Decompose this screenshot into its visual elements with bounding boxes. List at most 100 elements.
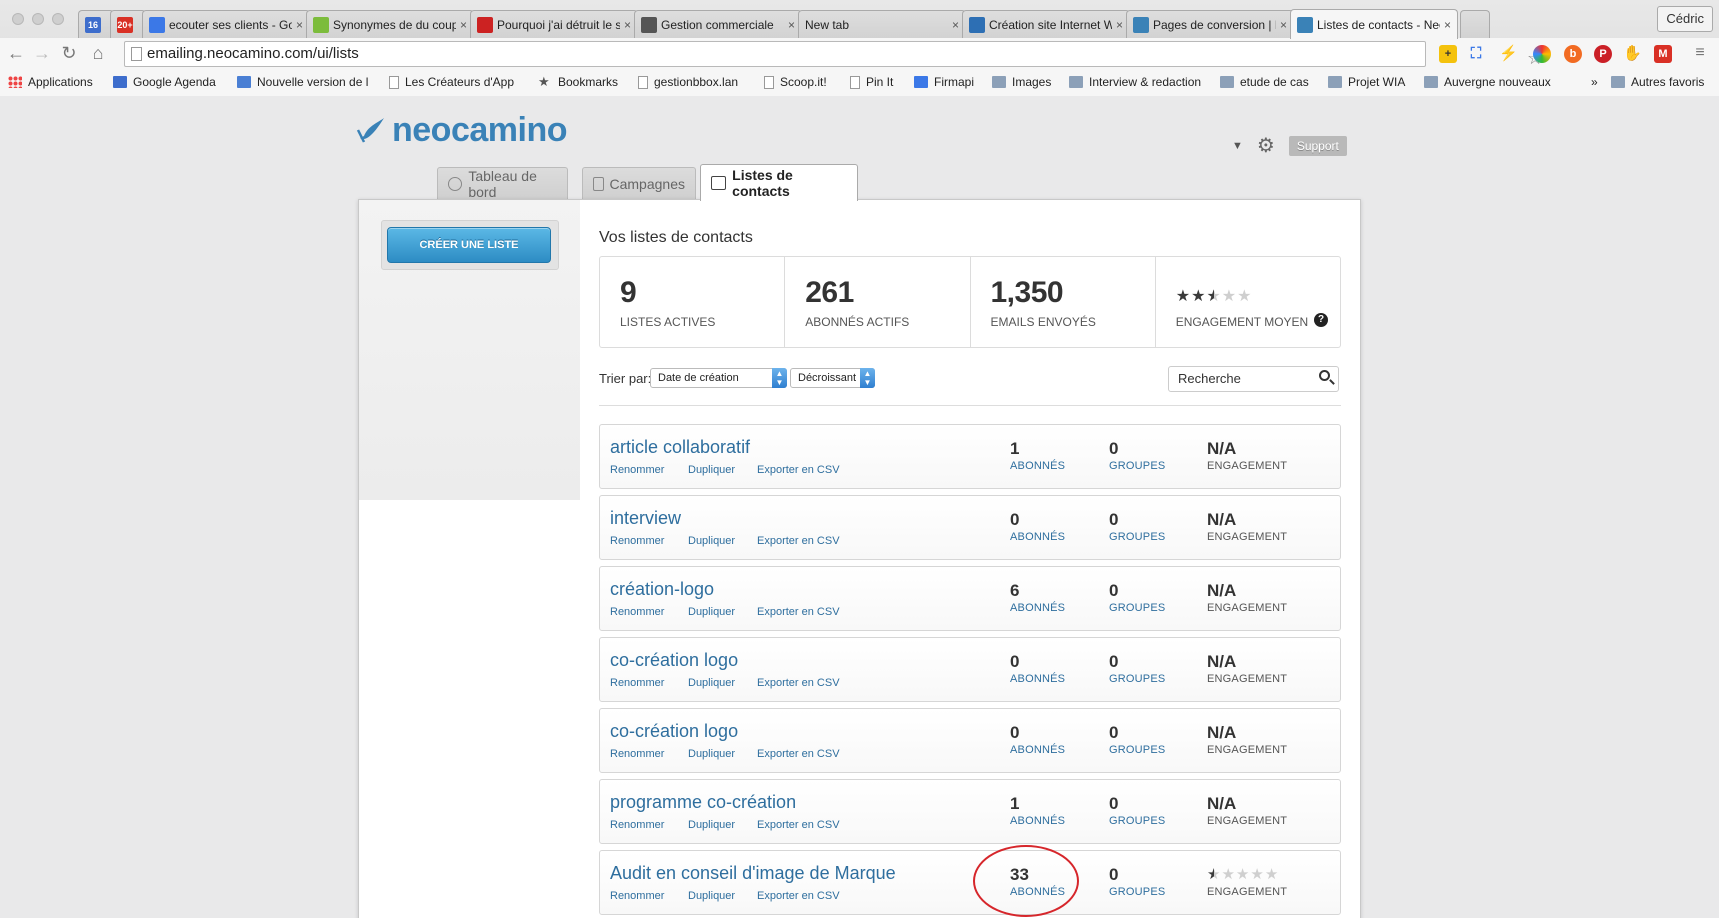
browser-tab[interactable]: Pages de conversion | Neo ×: [1126, 10, 1294, 38]
browser-tab[interactable]: Synonymes de du coup ×: [306, 10, 474, 38]
bookmark-item[interactable]: Nouvelle version de l: [237, 75, 368, 89]
subscribers-value[interactable]: 0: [1010, 652, 1065, 672]
list-name-link[interactable]: création-logo: [610, 579, 714, 600]
close-tab-icon[interactable]: ×: [1280, 18, 1287, 32]
close-tab-icon[interactable]: ×: [296, 18, 303, 32]
close-window-button[interactable]: [12, 13, 24, 25]
export-csv-link[interactable]: Exporter en CSV: [757, 535, 840, 547]
pinterest-icon[interactable]: P: [1594, 45, 1612, 63]
sort-order-select[interactable]: Décroissant ▲ ▼: [790, 368, 875, 388]
browser-tab[interactable]: 16: [78, 10, 114, 38]
duplicate-link[interactable]: Dupliquer: [688, 677, 735, 689]
duplicate-link[interactable]: Dupliquer: [688, 819, 735, 831]
duplicate-link[interactable]: Dupliquer: [688, 464, 735, 476]
close-tab-icon[interactable]: ×: [1116, 18, 1123, 32]
groups-label[interactable]: GROUPES: [1109, 886, 1165, 898]
subscribers-value[interactable]: 0: [1010, 510, 1065, 530]
duplicate-link[interactable]: Dupliquer: [688, 890, 735, 902]
bookmark-item[interactable]: Applications: [8, 75, 93, 89]
groups-label[interactable]: GROUPES: [1109, 602, 1165, 614]
tab-contact-lists[interactable]: Listes de contacts: [700, 164, 858, 201]
menu-icon[interactable]: ≡: [1689, 42, 1711, 64]
forward-button[interactable]: →: [31, 42, 53, 64]
bookmarks-overflow-button[interactable]: »: [1591, 75, 1598, 89]
gear-icon[interactable]: ⚙: [1257, 133, 1275, 158]
rename-link[interactable]: Renommer: [610, 535, 664, 547]
reload-button[interactable]: ↻: [58, 42, 80, 64]
subscribers-label[interactable]: ABONNÉS: [1010, 744, 1065, 756]
duplicate-link[interactable]: Dupliquer: [688, 606, 735, 618]
profile-button[interactable]: Cédric: [1657, 6, 1713, 32]
list-name-link[interactable]: co-création logo: [610, 650, 738, 671]
browser-tab[interactable]: Listes de contacts - Neoca ×: [1290, 9, 1458, 39]
list-name-link[interactable]: interview: [610, 508, 681, 529]
bookmark-item[interactable]: Autres favoris: [1611, 75, 1704, 89]
subscribers-label[interactable]: ABONNÉS: [1010, 673, 1065, 685]
rename-link[interactable]: Renommer: [610, 606, 664, 618]
create-list-button[interactable]: CRÉER UNE LISTE: [387, 227, 551, 263]
list-name-link[interactable]: Audit en conseil d'image de Marque: [610, 863, 896, 884]
subscribers-value[interactable]: 1: [1010, 794, 1065, 814]
colorwheel-extension-icon[interactable]: [1533, 45, 1551, 63]
browser-tab[interactable]: Pourquoi j'ai détruit le site ×: [470, 10, 638, 38]
search-input[interactable]: Recherche: [1168, 366, 1339, 392]
bookmark-item[interactable]: Pin It: [850, 75, 893, 89]
tab-campaigns[interactable]: Campagnes: [582, 167, 696, 200]
export-csv-link[interactable]: Exporter en CSV: [757, 677, 840, 689]
export-csv-link[interactable]: Exporter en CSV: [757, 819, 840, 831]
rename-link[interactable]: Renommer: [610, 748, 664, 760]
subscribers-label[interactable]: ABONNÉS: [1010, 460, 1065, 472]
close-tab-icon[interactable]: ×: [460, 18, 467, 32]
logo[interactable]: neocamino: [356, 111, 567, 150]
bookmark-item[interactable]: ★ Bookmarks: [538, 75, 618, 89]
home-button[interactable]: ⌂: [87, 42, 109, 64]
zoom-window-button[interactable]: [52, 13, 64, 25]
browser-tab[interactable]: Création site Internet Wor ×: [962, 10, 1130, 38]
sort-field-select[interactable]: Date de création ▲ ▼: [650, 368, 787, 388]
bookmark-item[interactable]: gestionbbox.lan: [638, 75, 738, 89]
b-extension-icon[interactable]: b: [1564, 45, 1582, 63]
rename-link[interactable]: Renommer: [610, 890, 664, 902]
subscribers-value[interactable]: 6: [1010, 581, 1065, 601]
list-name-link[interactable]: article collaboratif: [610, 437, 750, 458]
support-button[interactable]: Support: [1288, 135, 1347, 156]
subscribers-label[interactable]: ABONNÉS: [1010, 815, 1065, 827]
groups-label[interactable]: GROUPES: [1109, 744, 1165, 756]
duplicate-link[interactable]: Dupliquer: [688, 535, 735, 547]
close-tab-icon[interactable]: ×: [1444, 18, 1451, 32]
export-csv-link[interactable]: Exporter en CSV: [757, 748, 840, 760]
screenshot-extension-icon[interactable]: ⛶: [1467, 45, 1485, 63]
groups-label[interactable]: GROUPES: [1109, 460, 1165, 472]
duplicate-link[interactable]: Dupliquer: [688, 748, 735, 760]
rename-link[interactable]: Renommer: [610, 819, 664, 831]
bookmark-item[interactable]: Google Agenda: [113, 75, 216, 89]
bookmark-item[interactable]: Auvergne nouveaux: [1424, 75, 1551, 89]
close-tab-icon[interactable]: ×: [952, 18, 959, 32]
browser-tab[interactable]: ecouter ses clients - Goog ×: [142, 10, 310, 38]
subscribers-label[interactable]: ABONNÉS: [1010, 602, 1065, 614]
export-csv-link[interactable]: Exporter en CSV: [757, 606, 840, 618]
groups-label[interactable]: GROUPES: [1109, 531, 1165, 543]
tab-dashboard[interactable]: Tableau de bord: [437, 167, 568, 200]
account-dropdown-icon[interactable]: ▼: [1232, 140, 1243, 152]
subscribers-value[interactable]: 0: [1010, 723, 1065, 743]
close-tab-icon[interactable]: ×: [624, 18, 631, 32]
bookmark-item[interactable]: Les Créateurs d'App: [389, 75, 514, 89]
minimize-window-button[interactable]: [32, 13, 44, 25]
browser-tab[interactable]: 20+: [110, 10, 146, 38]
export-csv-link[interactable]: Exporter en CSV: [757, 890, 840, 902]
subscribers-label[interactable]: ABONNÉS: [1010, 531, 1065, 543]
back-button[interactable]: ←: [5, 42, 27, 64]
groups-label[interactable]: GROUPES: [1109, 815, 1165, 827]
bookmark-item[interactable]: Firmapi: [914, 75, 974, 89]
new-tab-button[interactable]: [1460, 10, 1490, 38]
address-bar[interactable]: emailing.neocamino.com/ui/lists ☆: [124, 41, 1543, 68]
export-csv-link[interactable]: Exporter en CSV: [757, 464, 840, 476]
lightning-extension-icon[interactable]: ⚡: [1499, 45, 1518, 63]
bookmark-item[interactable]: Projet WIA: [1328, 75, 1405, 89]
gmail-extension-icon[interactable]: M: [1654, 45, 1672, 63]
groups-label[interactable]: GROUPES: [1109, 673, 1165, 685]
extension-sticky-icon[interactable]: +: [1439, 45, 1457, 63]
search-icon[interactable]: [1319, 370, 1330, 381]
help-icon[interactable]: ?: [1314, 313, 1328, 327]
